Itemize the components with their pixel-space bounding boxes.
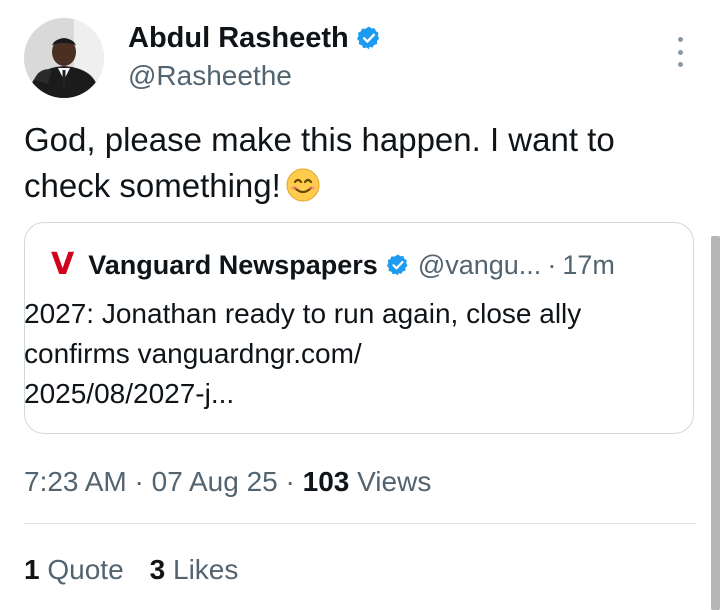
verified-badge-icon — [356, 26, 380, 50]
engagement-stats: 1 Quote 3 Likes — [24, 550, 238, 590]
quotes-link[interactable]: 1 Quote — [24, 550, 124, 590]
tweet-time[interactable]: 7:23 AM — [24, 466, 127, 497]
author-name-text: Abdul Rasheeth — [128, 22, 349, 54]
divider — [24, 523, 696, 524]
views-count: 103 — [302, 466, 350, 497]
quoted-timestamp: 17m — [562, 250, 615, 280]
more-options-icon[interactable] — [672, 37, 688, 67]
likes-count: 3 — [149, 554, 166, 585]
more-dot — [677, 62, 683, 67]
likes-link[interactable]: 3 Likes — [150, 550, 239, 590]
quoted-text-line: 2025/08/2027-j... — [24, 378, 235, 409]
scrollbar[interactable] — [711, 236, 720, 610]
quoted-text-line: confirms vanguardngr.com/ — [24, 338, 362, 369]
tweet-date[interactable]: 07 Aug 25 — [152, 466, 278, 497]
separator-dot: · — [285, 466, 295, 497]
author-name[interactable]: Abdul Rasheeth — [128, 20, 382, 56]
tweet-text: God, please make this happen. I want to … — [24, 117, 696, 209]
separator-dot: · — [547, 250, 557, 280]
quotes-label: Quote — [47, 554, 124, 585]
quotes-count: 1 — [24, 554, 40, 585]
quoted-author-handle[interactable]: @vangu... — [418, 247, 541, 283]
author-avatar[interactable] — [24, 18, 104, 98]
vanguard-logo-icon: V — [51, 247, 75, 282]
more-dot — [677, 37, 683, 42]
views-label: Views — [357, 466, 432, 497]
author-handle[interactable]: @Rasheethe — [128, 58, 292, 94]
quoted-tweet-header: V Vanguard Newspapers @vangu... · 17m — [51, 247, 673, 283]
smiling-face-icon — [286, 168, 320, 202]
profile-photo-icon — [24, 18, 104, 98]
quoted-author-name[interactable]: Vanguard Newspapers — [88, 247, 378, 283]
likes-label: Likes — [173, 554, 239, 585]
separator-dot: · — [134, 466, 144, 497]
quoted-tweet-text: 2027: Jonathan ready to run again, close… — [24, 294, 664, 414]
more-dot — [677, 49, 683, 55]
verified-badge-icon — [386, 254, 408, 276]
tweet-meta: 7:23 AM · 07 Aug 25 · 103 Views — [24, 462, 431, 502]
quoted-text-line: 2027: Jonathan ready to run again, close… — [24, 298, 582, 329]
